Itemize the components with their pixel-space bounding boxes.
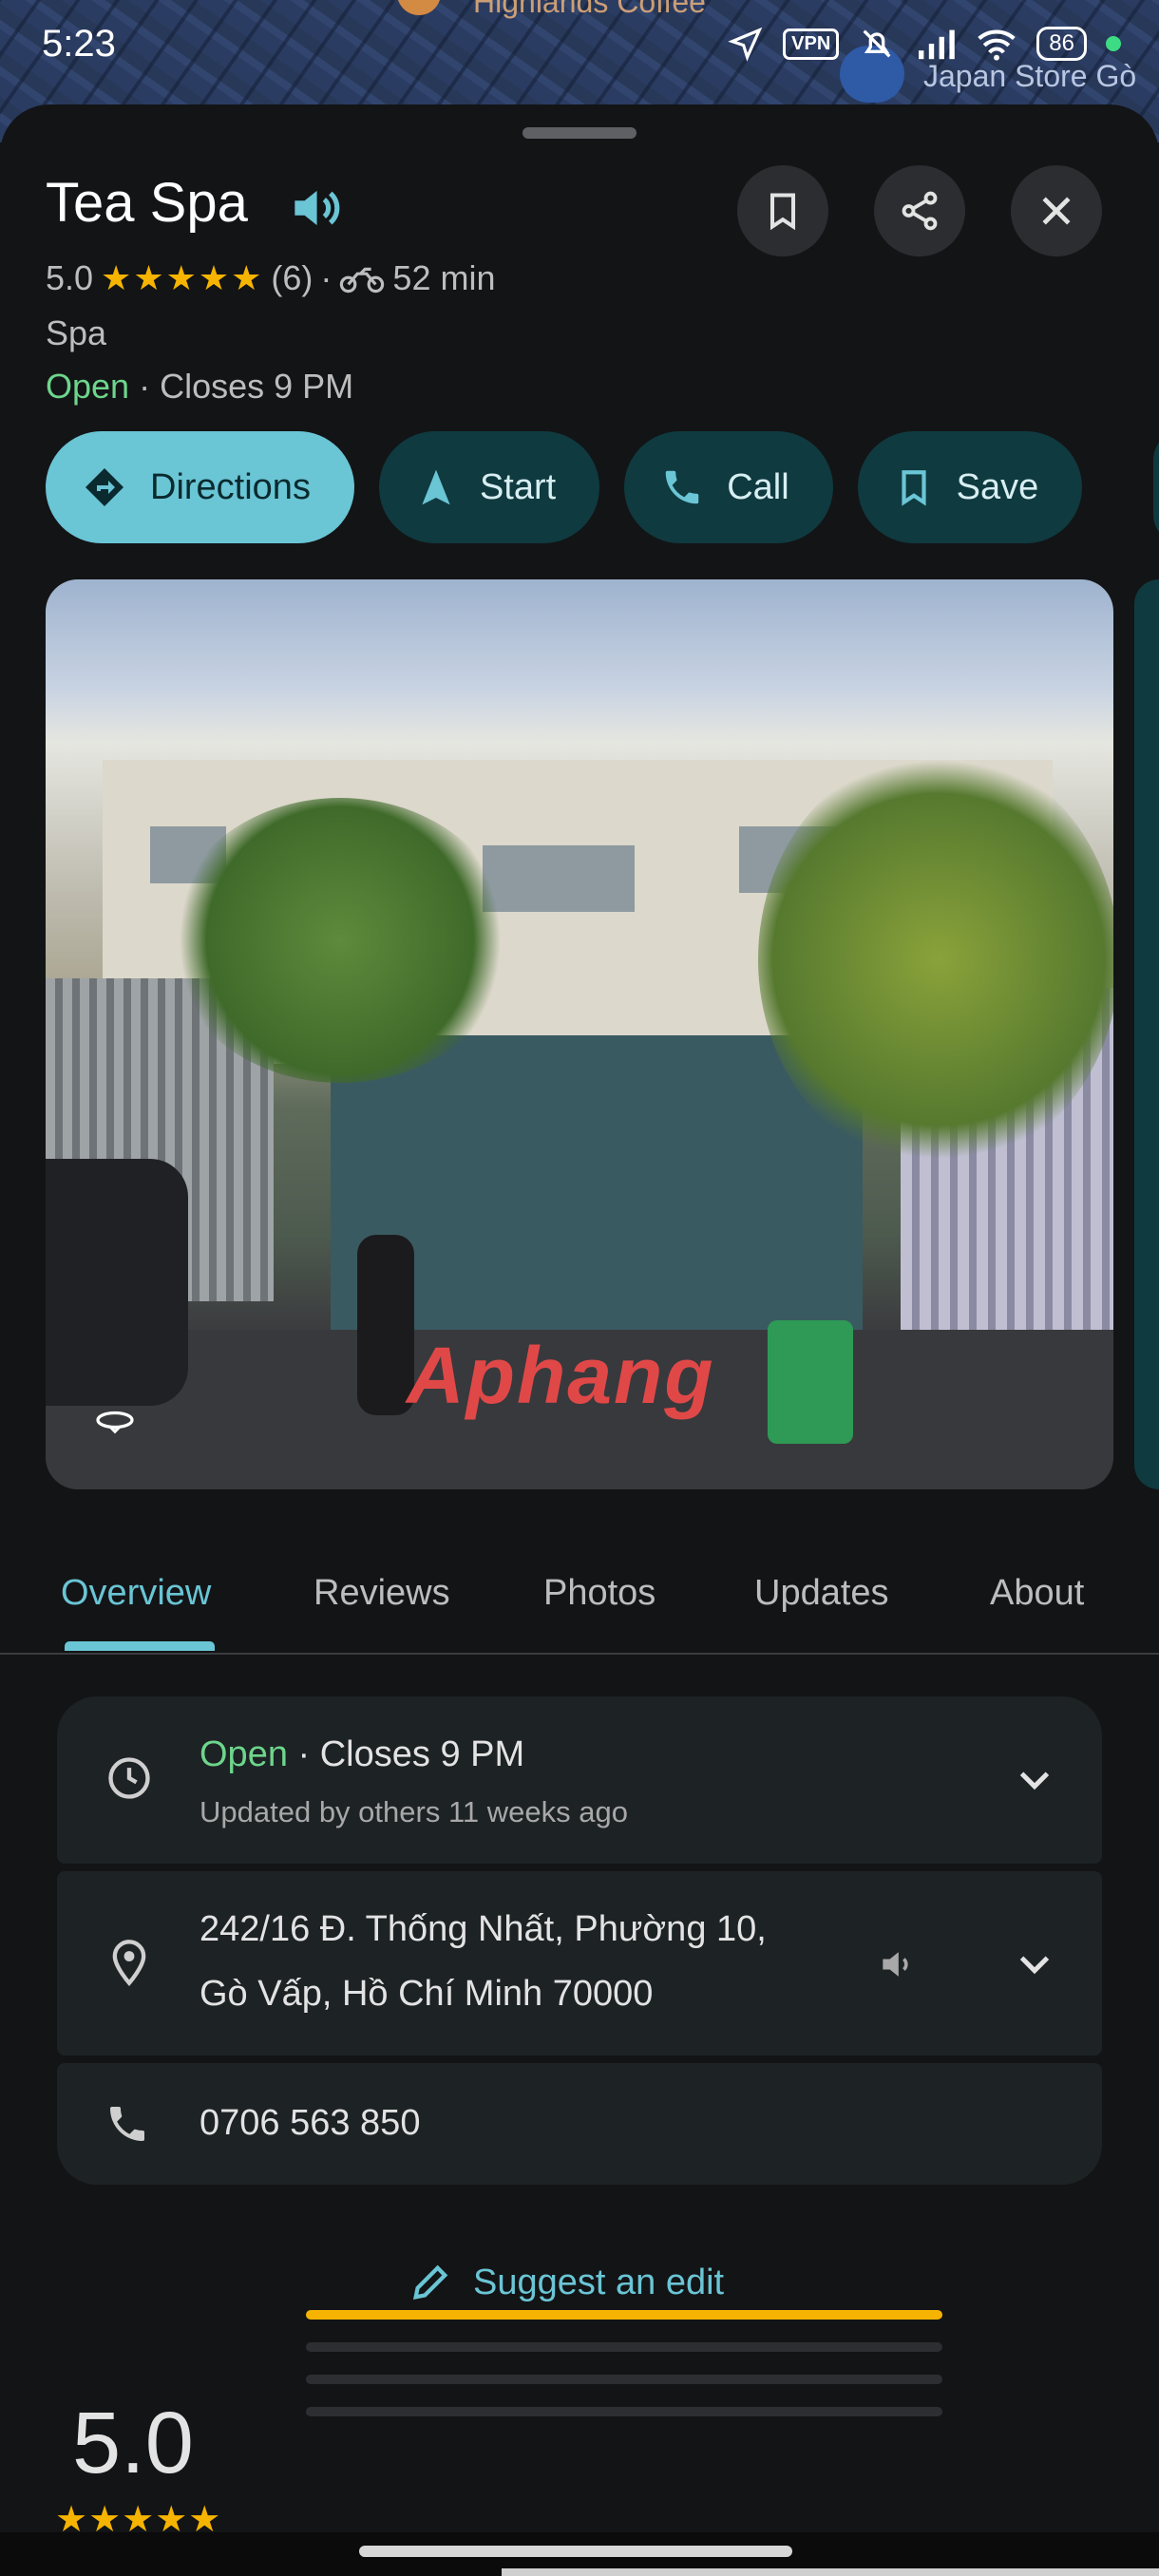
phone-icon xyxy=(665,470,699,504)
call-button[interactable]: Call xyxy=(624,431,833,543)
street-view-photo[interactable]: Aphang xyxy=(46,579,1113,1489)
wifi-icon xyxy=(978,29,1016,61)
photo-trash-bin xyxy=(768,1320,853,1444)
rating-distribution-bar xyxy=(306,2342,942,2352)
summary-rating-value: 5.0 xyxy=(72,2395,194,2491)
hours-closes: · Closes 9 PM xyxy=(297,1734,525,1774)
signal-icon xyxy=(919,29,956,60)
photo-watermark: Aphang xyxy=(407,1331,715,1420)
tab-reviews[interactable]: Reviews xyxy=(314,1573,450,1614)
call-label: Call xyxy=(727,466,789,507)
battery-icon: 86 xyxy=(1036,27,1087,61)
closes-time: · Closes 9 PM xyxy=(139,367,354,406)
directions-button[interactable]: Directions xyxy=(46,431,354,543)
hours-text: Open · Closes 9 PM xyxy=(200,1734,524,1775)
hours-row[interactable]: Open · Closes 9 PM Updated by others 11 … xyxy=(57,1696,1102,1864)
close-icon xyxy=(1042,197,1071,225)
phone-icon xyxy=(104,2101,150,2151)
rating-distribution-bar xyxy=(306,2407,942,2416)
rating-value: 5.0 xyxy=(46,258,94,297)
photo-person xyxy=(357,1235,414,1415)
location-arrow-icon xyxy=(728,27,763,62)
address-speaker-icon[interactable] xyxy=(876,1943,918,1990)
save-icon-button[interactable] xyxy=(737,165,828,256)
suggest-edit-label: Suggest an edit xyxy=(473,2262,725,2302)
photo-tree xyxy=(169,798,511,1083)
tab-overview[interactable]: Overview xyxy=(61,1573,211,1614)
system-navigation-bar xyxy=(0,2532,1159,2576)
directions-icon xyxy=(86,468,124,506)
status-icons: VPN 86 xyxy=(728,25,1121,63)
separator: · xyxy=(320,258,332,297)
action-chips: Directions Start Call Save xyxy=(46,431,1083,543)
rating-distribution-bar xyxy=(306,2375,942,2384)
privacy-indicator-dot xyxy=(1106,36,1121,51)
bookmark-icon xyxy=(902,470,926,506)
phone-row[interactable]: 0706 563 850 xyxy=(57,2063,1102,2185)
navigation-arrow-icon xyxy=(422,469,450,505)
tab-about[interactable]: About xyxy=(990,1573,1084,1614)
sheet-drag-handle[interactable] xyxy=(522,127,636,139)
pencil-icon xyxy=(412,2264,448,2301)
directions-label: Directions xyxy=(150,466,311,507)
street-view-icon xyxy=(93,1406,137,1439)
phone-number: 0706 563 850 xyxy=(200,2103,421,2143)
rating-line[interactable]: 5.0 ★★★★★ (6) · 52 min xyxy=(46,258,495,298)
chevron-down-icon[interactable] xyxy=(1013,1941,1056,1990)
hours-summary: Open · Closes 9 PM xyxy=(46,367,353,407)
status-time: 5:23 xyxy=(42,23,116,65)
address-line-1: 242/16 Đ. Thống Nhất, Phường 10, xyxy=(200,1909,767,1949)
location-pin-icon xyxy=(104,1938,154,1992)
vpn-icon: VPN xyxy=(783,28,840,60)
share-icon xyxy=(902,191,938,231)
place-tabs: Overview Reviews Photos Updates About xyxy=(0,1548,1159,1655)
home-gesture-pill[interactable] xyxy=(359,2546,792,2557)
tab-photos[interactable]: Photos xyxy=(543,1573,656,1614)
save-label: Save xyxy=(956,466,1039,507)
place-category: Spa xyxy=(46,313,107,352)
address-row[interactable]: 242/16 Đ. Thống Nhất, Phường 10, Gò Vấp,… xyxy=(57,1871,1102,2055)
start-label: Start xyxy=(479,466,557,507)
rating-distribution-fill xyxy=(306,2310,942,2320)
share-button[interactable] xyxy=(874,165,965,256)
place-title: Tea Spa xyxy=(46,172,248,234)
chevron-down-icon[interactable] xyxy=(1013,1757,1056,1806)
scroll-indicator xyxy=(502,2568,1159,2576)
place-sheet: Tea Spa 5.0 ★★★★★ (6) · 52 min Spa Open … xyxy=(0,104,1159,2576)
hours-open-status: Open xyxy=(200,1734,288,1774)
suggest-edit-link[interactable]: Suggest an edit xyxy=(408,2261,724,2304)
bookmark-icon xyxy=(770,193,796,231)
close-button[interactable] xyxy=(1011,165,1102,256)
hours-updated-note: Updated by others 11 weeks ago xyxy=(200,1795,628,1828)
photo-tree xyxy=(758,750,1113,1168)
review-count: (6) xyxy=(271,258,314,297)
motorbike-icon xyxy=(340,267,385,294)
rating-distribution-bar xyxy=(306,2310,942,2320)
clock-icon xyxy=(104,1753,154,1808)
rating-stars: ★★★★★ xyxy=(101,258,264,297)
open-status: Open xyxy=(46,367,130,406)
travel-time: 52 min xyxy=(392,258,496,297)
tab-updates[interactable]: Updates xyxy=(754,1573,889,1614)
more-actions-chip[interactable] xyxy=(1153,431,1159,543)
photo-car xyxy=(46,1159,188,1406)
start-button[interactable]: Start xyxy=(378,431,600,543)
mute-icon xyxy=(863,29,891,58)
status-bar: 5:23 VPN 86 xyxy=(0,0,1159,95)
photo-window xyxy=(483,845,635,912)
address-line-2: Gò Vấp, Hồ Chí Minh 70000 xyxy=(200,1974,654,2014)
next-photo-peek[interactable] xyxy=(1134,579,1159,1489)
save-button[interactable]: Save xyxy=(857,431,1083,543)
active-tab-indicator xyxy=(65,1641,215,1651)
pronounce-speaker-icon[interactable] xyxy=(285,179,344,242)
